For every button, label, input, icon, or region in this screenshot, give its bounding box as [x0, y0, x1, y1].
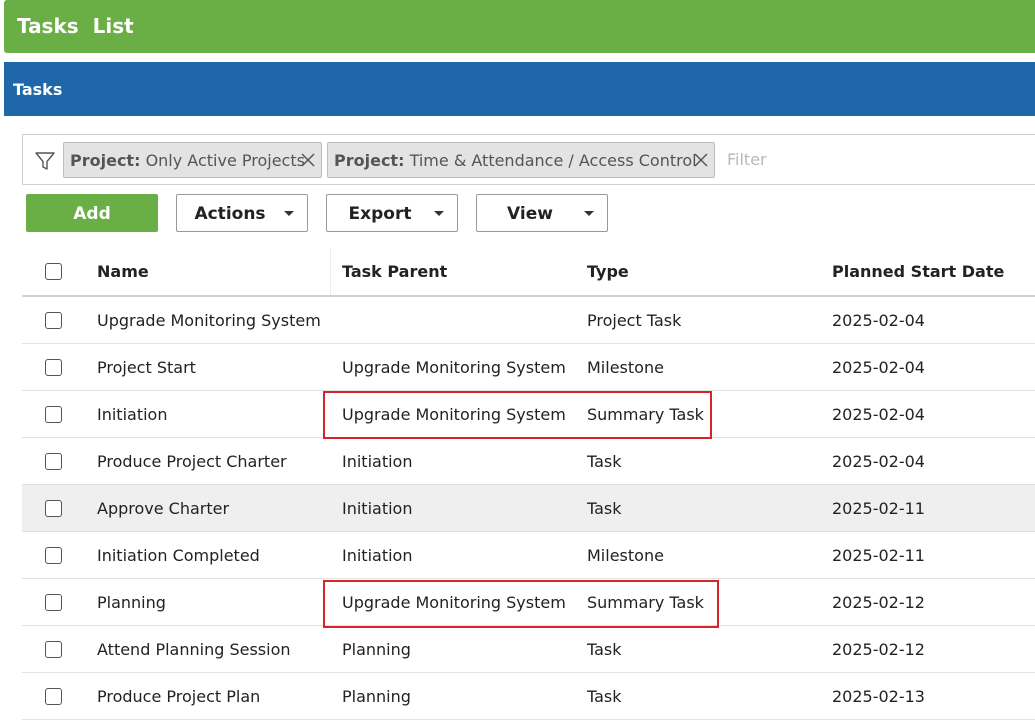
filter-chip-project: Project: Time & Attendance / Access Cont… [327, 142, 715, 178]
row-checkbox[interactable] [45, 405, 62, 423]
task-name[interactable]: Upgrade Monitoring System [97, 297, 321, 343]
task-parent: Planning [342, 639, 411, 659]
task-type: Task [587, 451, 622, 471]
filter-input[interactable]: Filter [727, 150, 767, 169]
actions-dropdown-button[interactable]: Actions [176, 194, 308, 232]
column-header-planned-start-date[interactable]: Planned Start Date [832, 248, 1004, 295]
table-row[interactable]: Project Start Upgrade Monitoring System … [22, 344, 1035, 391]
table-row[interactable]: Initiation Upgrade Monitoring System Sum… [22, 391, 1035, 438]
row-checkbox[interactable] [45, 546, 62, 564]
caret-down-icon [434, 211, 444, 216]
filter-bar: Project: Only Active Projects Project: T… [22, 134, 1035, 185]
task-name[interactable]: Initiation [97, 391, 167, 437]
task-type: Summary Task [587, 404, 704, 424]
select-all-checkbox[interactable] [45, 263, 62, 280]
task-parent: Planning [342, 686, 411, 706]
task-start-date: 2025-02-04 [832, 404, 925, 424]
task-name[interactable]: Planning [97, 579, 166, 625]
row-checkbox[interactable] [45, 640, 62, 658]
task-start-date: 2025-02-12 [832, 639, 925, 659]
column-divider[interactable] [330, 248, 331, 295]
row-checkbox[interactable] [45, 593, 62, 611]
task-type: Milestone [587, 545, 664, 565]
tasks-table: Name Task Parent Type Planned Start Date… [22, 248, 1035, 720]
export-label: Export [348, 204, 412, 224]
task-parent: Initiation [342, 451, 413, 471]
row-checkbox[interactable] [45, 452, 62, 470]
filter-chip-key: Project: [70, 151, 141, 170]
task-parent: Upgrade Monitoring System [342, 592, 566, 612]
table-row[interactable]: Produce Project Plan Planning Task 2025-… [22, 673, 1035, 720]
task-start-date: 2025-02-13 [832, 686, 925, 706]
add-button[interactable]: Add [26, 194, 158, 232]
task-start-date: 2025-02-11 [832, 545, 925, 565]
task-parent: Initiation [342, 545, 413, 565]
task-name[interactable]: Produce Project Plan [97, 673, 260, 719]
table-row[interactable]: Attend Planning Session Planning Task 20… [22, 626, 1035, 673]
row-checkbox[interactable] [45, 311, 62, 329]
filter-chip-key: Project: [334, 151, 405, 170]
filter-chip-value: Time & Attendance / Access Control [404, 151, 697, 170]
task-parent: Upgrade Monitoring System [342, 404, 566, 424]
row-checkbox[interactable] [45, 687, 62, 705]
table-row[interactable]: Initiation Completed Initiation Mileston… [22, 532, 1035, 579]
caret-down-icon [284, 211, 294, 216]
caret-down-icon [584, 211, 594, 216]
task-type: Task [587, 498, 622, 518]
task-start-date: 2025-02-04 [832, 310, 925, 330]
page-title: Tasks List [17, 14, 134, 38]
row-checkbox[interactable] [45, 358, 62, 376]
task-name[interactable]: Produce Project Charter [97, 438, 287, 484]
filter-chip-value: Only Active Projects [140, 151, 305, 170]
task-parent: Upgrade Monitoring System [342, 357, 566, 377]
task-name[interactable]: Approve Charter [97, 485, 229, 531]
table-row[interactable]: Produce Project Charter Initiation Task … [22, 438, 1035, 485]
task-name[interactable]: Project Start [97, 344, 196, 390]
task-type: Project Task [587, 310, 682, 330]
remove-filter-icon[interactable] [694, 153, 708, 167]
column-header-task-parent[interactable]: Task Parent [342, 248, 447, 295]
task-name[interactable]: Attend Planning Session [97, 626, 291, 672]
task-name[interactable]: Initiation Completed [97, 532, 260, 578]
view-dropdown-button[interactable]: View [476, 194, 608, 232]
task-start-date: 2025-02-04 [832, 451, 925, 471]
table-row[interactable]: Upgrade Monitoring System Project Task 2… [22, 297, 1035, 344]
filter-icon[interactable] [34, 150, 56, 172]
task-start-date: 2025-02-11 [832, 498, 925, 518]
page-header: Tasks List [4, 0, 1035, 53]
column-header-type[interactable]: Type [587, 248, 629, 295]
filter-chip-active-projects: Project: Only Active Projects [63, 142, 322, 178]
table-row[interactable]: Approve Charter Initiation Task 2025-02-… [22, 485, 1035, 532]
view-label: View [507, 204, 553, 224]
actions-label: Actions [194, 204, 266, 224]
task-type: Task [587, 686, 622, 706]
task-type: Milestone [587, 357, 664, 377]
task-type: Summary Task [587, 592, 704, 612]
table-row[interactable]: Planning Upgrade Monitoring System Summa… [22, 579, 1035, 626]
column-header-name[interactable]: Name [97, 248, 149, 295]
task-parent: Initiation [342, 498, 413, 518]
task-start-date: 2025-02-04 [832, 357, 925, 377]
task-start-date: 2025-02-12 [832, 592, 925, 612]
row-checkbox[interactable] [45, 499, 62, 517]
table-header: Name Task Parent Type Planned Start Date [22, 248, 1035, 297]
remove-filter-icon[interactable] [301, 153, 315, 167]
panel-title: Tasks [13, 80, 63, 99]
task-type: Task [587, 639, 622, 659]
tasks-panel-header: Tasks [4, 62, 1035, 116]
export-dropdown-button[interactable]: Export [326, 194, 458, 232]
